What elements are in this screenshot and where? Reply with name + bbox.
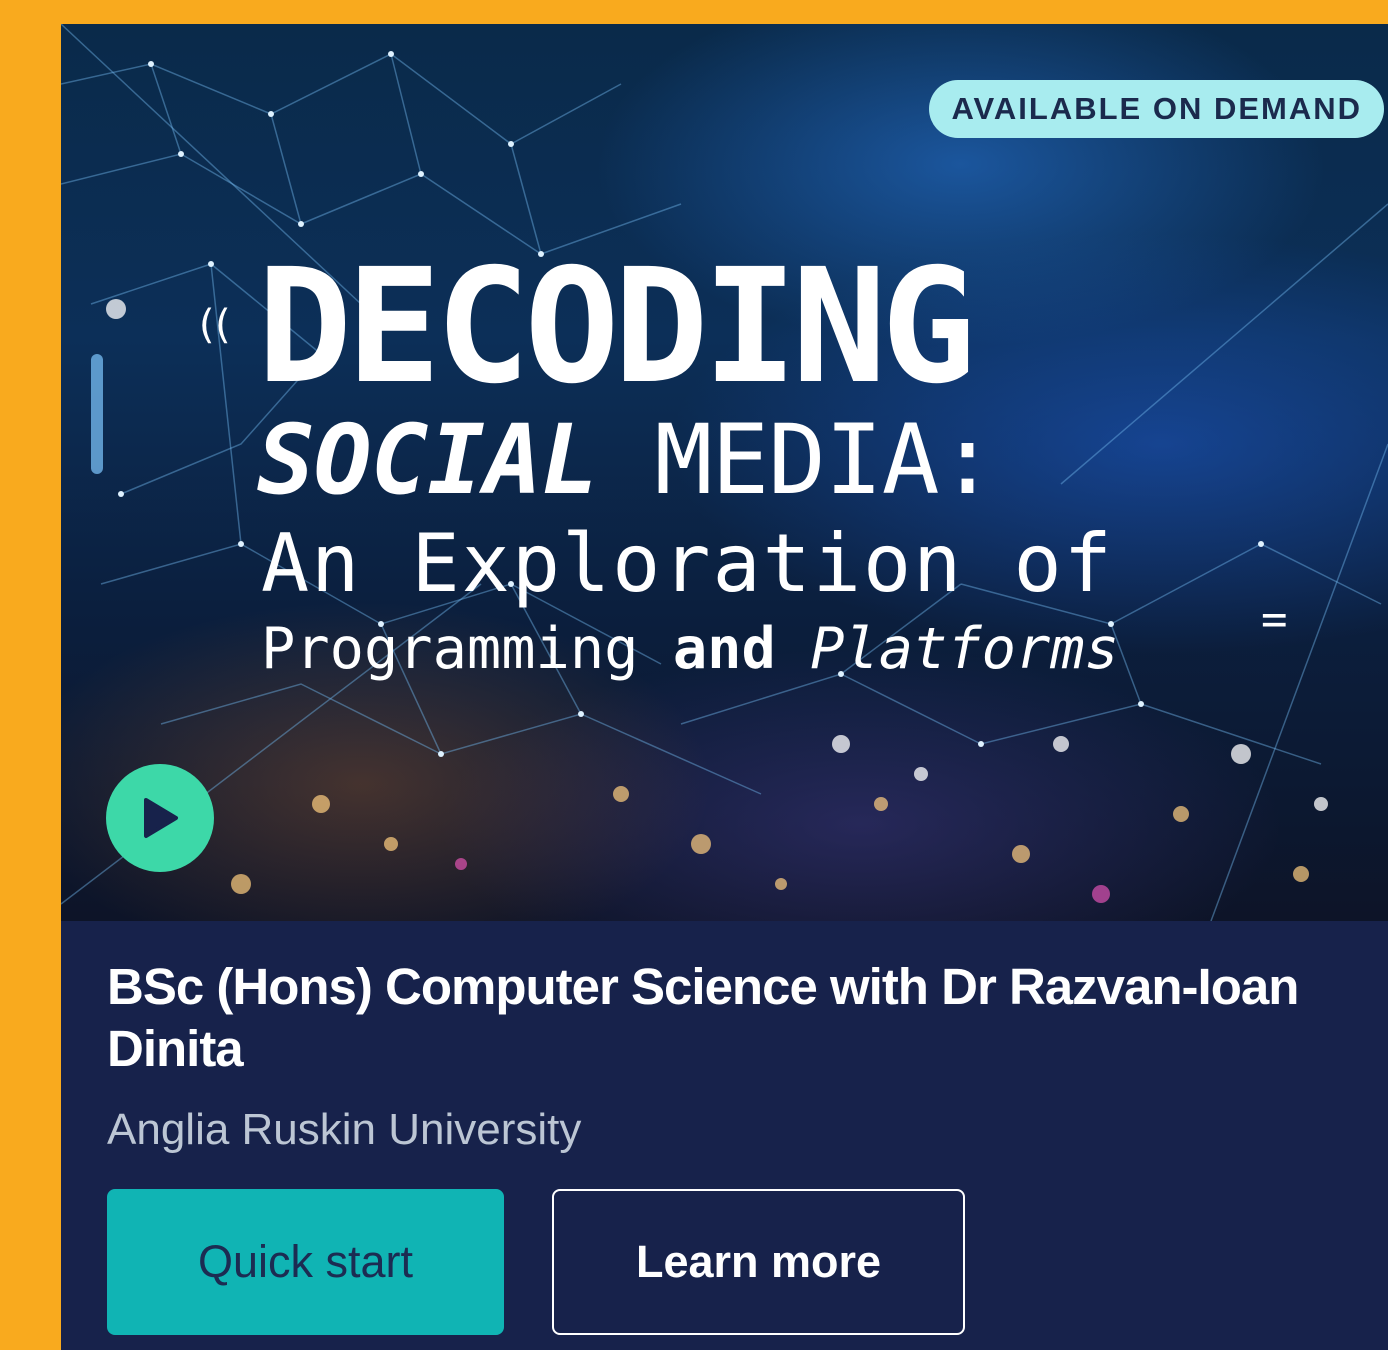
course-card[interactable]: AVAILABLE ON DEMAND (( DECODING SOCIAL M… — [61, 24, 1388, 1350]
course-provider: Anglia Ruskin University — [107, 1105, 582, 1154]
hero-title-media: MEDIA: — [597, 404, 997, 516]
quick-start-button[interactable]: Quick start — [107, 1189, 504, 1335]
learn-more-button[interactable]: Learn more — [552, 1189, 965, 1335]
action-buttons: Quick start Learn more — [107, 1189, 965, 1335]
play-button[interactable] — [106, 764, 214, 872]
equals-glyph: = — [1261, 594, 1288, 645]
hero-title-platforms: Platforms — [775, 616, 1119, 682]
hero-title-programming: Programming — [261, 616, 673, 682]
course-info: BSc (Hons) Computer Science with Dr Razv… — [107, 956, 1307, 1158]
hero-title-and: and — [672, 616, 776, 682]
course-title[interactable]: BSc (Hons) Computer Science with Dr Razv… — [107, 956, 1307, 1080]
play-icon — [144, 798, 178, 838]
course-thumbnail[interactable]: AVAILABLE ON DEMAND (( DECODING SOCIAL M… — [61, 24, 1388, 921]
hero-title-line3: An Exploration of — [261, 517, 1114, 610]
hero-title-line1: DECODING — [257, 242, 976, 412]
hero-title-decoding: DECODING — [257, 235, 976, 419]
hero-title-line2: SOCIAL MEDIA: — [257, 408, 996, 512]
availability-badge: AVAILABLE ON DEMAND — [929, 80, 1384, 138]
signal-icon: (( — [194, 302, 234, 348]
hero-title-social: SOCIAL — [257, 404, 599, 516]
hero-title-line4: Programming and Platforms — [261, 614, 1119, 684]
